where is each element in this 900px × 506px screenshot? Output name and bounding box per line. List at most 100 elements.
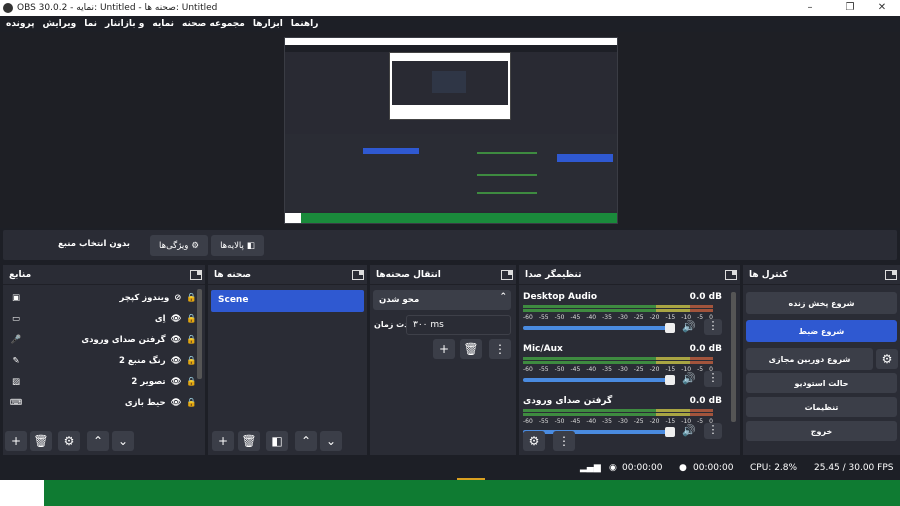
- remove-scene-button[interactable]: 🗑: [238, 431, 260, 451]
- source-list-item[interactable]: ▨ تصویر 2 👁 🔒: [3, 371, 205, 392]
- channel-menu-button[interactable]: ⋮: [704, 423, 722, 439]
- menu-file[interactable]: پرونده: [6, 19, 34, 29]
- image-icon: ▨: [11, 376, 21, 387]
- eye-icon[interactable]: 👁: [171, 356, 182, 366]
- source-list-item[interactable]: ✎ رنگ منبع 2 👁 🔒: [3, 350, 205, 371]
- add-source-button[interactable]: +: [5, 431, 27, 451]
- settings-button[interactable]: تنظیمات: [746, 397, 897, 417]
- add-scene-button[interactable]: +: [212, 431, 234, 451]
- gear-icon: ⚙: [63, 434, 75, 448]
- source-list-item[interactable]: ⌨ حیط بازی 👁 🔒: [3, 392, 205, 413]
- preview-nested-white: [285, 213, 301, 223]
- channel-name: Desktop Audio: [523, 292, 598, 302]
- menu-scene-collection[interactable]: مجموعه صحنه: [182, 19, 245, 29]
- studio-mode-button[interactable]: حالت استودیو: [746, 373, 897, 393]
- scene-filters-button[interactable]: ◧: [266, 431, 288, 451]
- gear-icon: ⚙: [191, 240, 199, 251]
- meter-scale-tick: -5: [697, 366, 704, 373]
- float-dock-icon[interactable]: [885, 269, 897, 280]
- eye-icon[interactable]: 👁: [171, 377, 182, 387]
- menu-tools[interactable]: ابزارها: [253, 19, 283, 29]
- transition-menu-button[interactable]: ⋮: [489, 339, 511, 359]
- source-list-item[interactable]: 🎤 گرفتن صدای ورودی 👁 🔒: [3, 329, 205, 350]
- menu-docks[interactable]: و بازاننار: [105, 19, 144, 29]
- eye-icon[interactable]: 👁: [171, 398, 182, 408]
- volume-meter: [523, 409, 713, 412]
- source-properties-button[interactable]: ⚙: [58, 431, 80, 451]
- preview-nested-window: [389, 52, 511, 120]
- maximize-button[interactable]: ❐: [832, 0, 868, 16]
- menu-view[interactable]: نما: [84, 19, 97, 29]
- advanced-audio-button[interactable]: ⚙: [523, 431, 545, 451]
- source-label: حیط بازی: [124, 397, 166, 408]
- lock-icon[interactable]: 🔒: [186, 314, 197, 324]
- float-dock-icon[interactable]: [725, 269, 737, 280]
- source-list-item[interactable]: ▣ ویندوز کپچر ⊘ 🔒: [3, 287, 205, 308]
- slider-handle[interactable]: [665, 375, 675, 385]
- float-dock-icon[interactable]: [190, 269, 202, 280]
- speaker-icon[interactable]: 🔊: [682, 424, 696, 437]
- start-streaming-button[interactable]: شروع پخش زنده: [746, 292, 897, 314]
- lock-icon[interactable]: 🔒: [186, 335, 197, 345]
- volume-slider[interactable]: [523, 375, 675, 385]
- chevron-down-icon: ⌄: [325, 434, 337, 448]
- slider-handle[interactable]: [665, 427, 675, 437]
- scene-list-item[interactable]: Scene: [211, 290, 364, 312]
- volume-meter: [523, 309, 713, 312]
- exit-button[interactable]: خروج: [746, 421, 897, 441]
- minimize-button[interactable]: –: [792, 0, 828, 16]
- mixer-menu-button[interactable]: ⋮: [553, 431, 575, 451]
- transitions-title: انتقال صحنه‌ها: [376, 269, 441, 280]
- lock-icon[interactable]: 🔒: [186, 377, 197, 387]
- meter-scale-tick: -30: [617, 314, 628, 321]
- window-icon: ▭: [11, 313, 21, 324]
- sources-scrollbar[interactable]: [197, 289, 202, 379]
- remove-transition-button[interactable]: 🗑: [460, 339, 482, 359]
- volume-slider[interactable]: [523, 323, 675, 333]
- filters-button[interactable]: پالایه‌ها ◧: [211, 235, 264, 256]
- chevron-down-icon: ⌄: [117, 434, 129, 448]
- volume-slider[interactable]: [523, 427, 675, 437]
- move-scene-up-button[interactable]: ⌃: [295, 431, 317, 451]
- menu-help[interactable]: راهنما: [291, 19, 319, 29]
- eye-icon[interactable]: 👁: [171, 335, 182, 345]
- lock-icon[interactable]: 🔒: [186, 356, 197, 366]
- speaker-icon[interactable]: 🔊: [682, 372, 696, 385]
- add-transition-button[interactable]: +: [433, 339, 455, 359]
- move-source-up-button[interactable]: ⌃: [87, 431, 109, 451]
- channel-db: 0.0 dB: [689, 396, 722, 406]
- slider-handle[interactable]: [665, 323, 675, 333]
- float-dock-icon[interactable]: [352, 269, 364, 280]
- start-recording-button[interactable]: شروع ضبط: [746, 320, 897, 342]
- source-label: رنگ منبع 2: [118, 355, 166, 366]
- speaker-icon[interactable]: 🔊: [682, 320, 696, 333]
- virtual-camera-settings-button[interactable]: ⚙: [876, 349, 898, 369]
- preview-nested-titlebar: [285, 38, 617, 45]
- eye-icon[interactable]: ⊘: [174, 293, 181, 303]
- move-scene-down-button[interactable]: ⌄: [320, 431, 342, 451]
- float-dock-icon[interactable]: [501, 269, 513, 280]
- eye-icon[interactable]: 👁: [171, 314, 182, 324]
- channel-menu-button[interactable]: ⋮: [704, 319, 722, 335]
- menu-edit[interactable]: ویرایش: [42, 19, 76, 29]
- transitions-header: انتقال صحنه‌ها: [370, 265, 516, 285]
- source-list-item[interactable]: ▭ اِی 👁 🔒: [3, 308, 205, 329]
- more-icon: ⋮: [494, 342, 506, 356]
- move-source-down-button[interactable]: ⌄: [112, 431, 134, 451]
- lock-icon[interactable]: 🔒: [186, 398, 197, 408]
- lock-icon[interactable]: 🔒: [186, 293, 197, 303]
- mixer-scrollbar[interactable]: [731, 292, 736, 422]
- remove-source-button[interactable]: 🗑: [30, 431, 52, 451]
- duration-spinbox[interactable]: ۳۰۰ ms: [406, 315, 511, 335]
- transition-type-select[interactable]: محو شدن ⌃: [373, 290, 511, 310]
- preview-canvas[interactable]: [284, 37, 618, 224]
- meter-scale-tick: -55: [538, 314, 549, 321]
- channel-menu-button[interactable]: ⋮: [704, 371, 722, 387]
- live-time: 00:00:00: [622, 463, 663, 473]
- close-button[interactable]: ✕: [864, 0, 900, 16]
- network-icon: ▂▄▆: [580, 463, 601, 473]
- obs-logo-icon: [3, 3, 13, 13]
- menu-profile[interactable]: نمایه: [152, 19, 174, 29]
- properties-button[interactable]: ویژگی‌ها ⚙: [150, 235, 208, 256]
- start-virtual-camera-button[interactable]: شروع دوربین مجازی: [746, 348, 873, 370]
